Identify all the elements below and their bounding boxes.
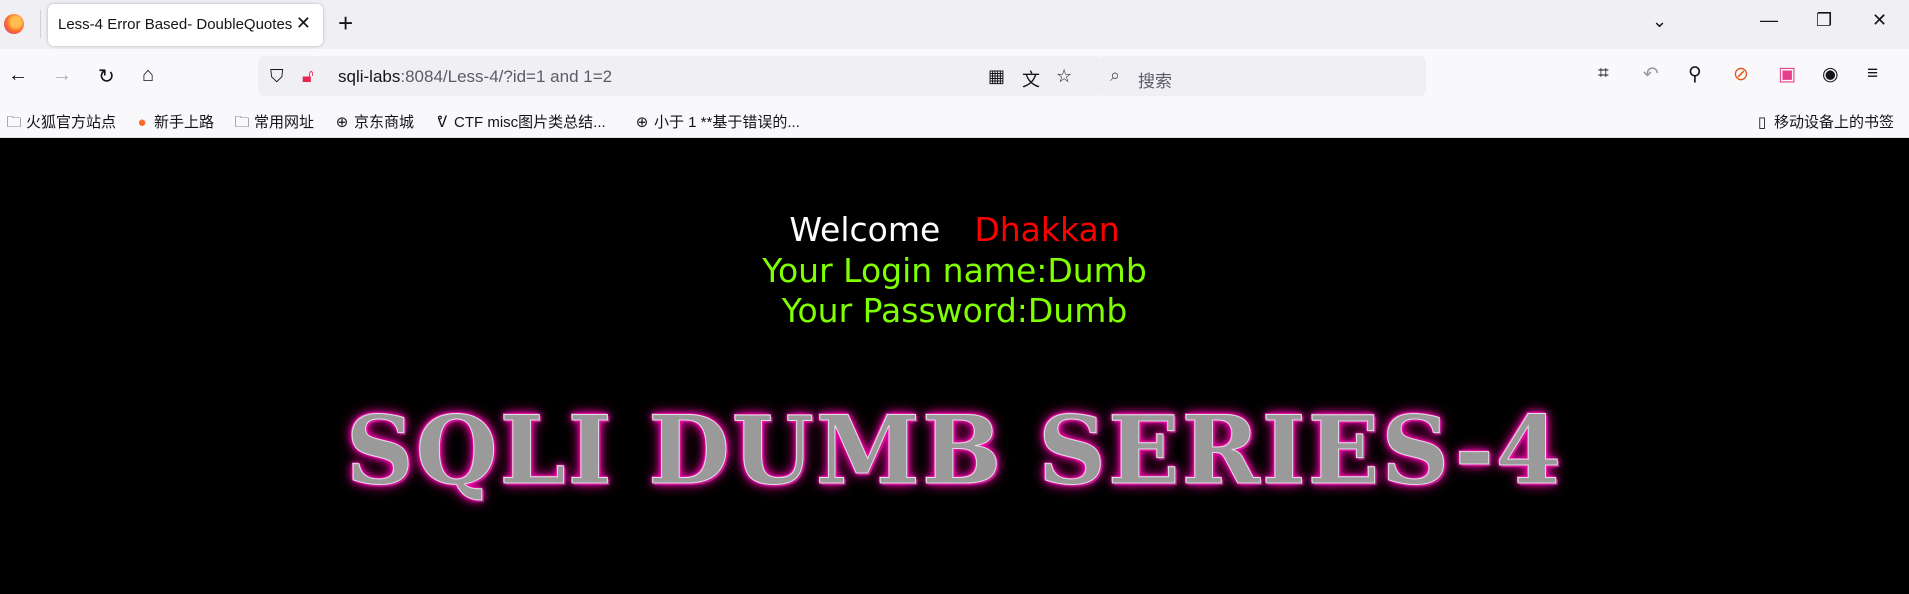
globe-icon: ⊕ bbox=[635, 114, 649, 131]
tab-separator bbox=[40, 10, 41, 38]
bookmark-item[interactable]: ⊕ 京东商城 bbox=[334, 111, 414, 132]
search-input[interactable]: 搜索 bbox=[1138, 67, 1172, 92]
tab-title: Less-4 Error Based- DoubleQuotes bbox=[58, 16, 293, 33]
url-bar[interactable]: ⛉ 🔓︎ sqli-labs:8084/Less-4/?id=1 and 1=2… bbox=[258, 56, 1102, 96]
qr-code-icon[interactable]: ▦ bbox=[988, 66, 1005, 87]
folder-icon: 🗀︎ bbox=[234, 114, 250, 131]
firefox-icon: ● bbox=[137, 114, 147, 131]
shield-icon[interactable]: ⛉ bbox=[270, 66, 284, 87]
url-path: :8084/Less-4/?id=1 and 1=2 bbox=[400, 67, 613, 86]
translate-icon[interactable]: 文 bbox=[1022, 66, 1040, 92]
password-text: Your Password:Dumb bbox=[781, 291, 1128, 330]
mobile-bookmarks-label: 移动设备上的书签 bbox=[1774, 114, 1895, 131]
insecure-lock-icon[interactable]: 🔓︎ bbox=[302, 66, 314, 87]
extensions-icon[interactable]: ⚲ bbox=[1688, 63, 1702, 86]
folder-icon: 🗀︎ bbox=[6, 114, 22, 131]
url-host: sqli-labs bbox=[338, 67, 401, 86]
page-icon: ᕓ bbox=[436, 114, 448, 131]
close-window-button[interactable]: ✕ bbox=[1872, 10, 1887, 31]
url-text[interactable]: sqli-labs:8084/Less-4/?id=1 and 1=2 bbox=[338, 67, 612, 87]
firefox-logo-icon[interactable] bbox=[4, 14, 24, 34]
page-content: Welcome Dhakkan Your Login name:Dumb Your… bbox=[0, 138, 1909, 594]
bookmark-item[interactable]: 🗀︎ 常用网址 bbox=[234, 111, 314, 137]
bookmark-label: 新手上路 bbox=[154, 114, 215, 131]
menu-icon[interactable]: ≡ bbox=[1867, 63, 1878, 85]
mobile-device-icon: ▯ bbox=[1757, 114, 1767, 131]
bookmark-label: 火狐官方站点 bbox=[26, 114, 117, 131]
forward-arrow-icon[interactable]: → bbox=[52, 64, 72, 87]
home-icon[interactable]: ⌂ bbox=[142, 64, 154, 87]
welcome-text: Welcome bbox=[789, 210, 941, 249]
bookmark-item[interactable]: ⊕ 小于 1 **基于错误的... bbox=[634, 111, 800, 132]
active-tab[interactable]: Less-4 Error Based- DoubleQuotes ✕ bbox=[48, 4, 323, 46]
bookmark-item[interactable]: ● 新手上路 bbox=[134, 111, 214, 132]
bookmark-label: CTF misc图片类总结... bbox=[454, 114, 606, 131]
bookmark-star-icon[interactable]: ☆ bbox=[1056, 66, 1072, 87]
undo-icon[interactable]: ↶ bbox=[1643, 63, 1659, 86]
account-circle-icon[interactable]: ◉ bbox=[1822, 63, 1839, 86]
new-tab-button[interactable]: + bbox=[338, 8, 353, 39]
bookmark-item[interactable]: 🗀︎ 火狐官方站点 bbox=[6, 111, 116, 137]
blocker-extension-icon[interactable]: ⊘ bbox=[1733, 63, 1749, 86]
bookmark-label: 京东商城 bbox=[354, 114, 415, 131]
search-icon: ⌕ bbox=[1110, 65, 1121, 85]
restore-button[interactable]: ❐ bbox=[1816, 10, 1832, 31]
navigation-bar: ← → ↻ ⌂ ⛉ 🔓︎ sqli-labs:8084/Less-4/?id=1… bbox=[0, 49, 1909, 105]
login-name-text: Your Login name:Dumb bbox=[762, 251, 1147, 290]
bookmark-label: 小于 1 **基于错误的... bbox=[654, 114, 800, 131]
bookmark-item[interactable]: ᕓ CTF misc图片类总结... bbox=[434, 111, 606, 132]
screenshot-crop-icon[interactable]: ⌗ bbox=[1598, 63, 1609, 85]
welcome-line: Welcome Dhakkan bbox=[0, 210, 1909, 249]
globe-icon: ⊕ bbox=[335, 114, 349, 131]
bookmark-label: 常用网址 bbox=[254, 114, 315, 131]
back-arrow-icon[interactable]: ← bbox=[8, 64, 28, 87]
bookmarks-toolbar: 🗀︎ 火狐官方站点 ● 新手上路 🗀︎ 常用网址 ⊕ 京东商城 ᕓ CTF misc图片类… bbox=[0, 105, 1909, 138]
minimize-button[interactable]: — bbox=[1760, 10, 1778, 31]
mobile-bookmarks[interactable]: ▯ 移动设备上的书签 bbox=[1754, 111, 1894, 132]
chevron-down-icon[interactable]: ⌄ bbox=[1652, 11, 1667, 32]
reload-icon[interactable]: ↻ bbox=[98, 64, 115, 89]
series-banner: SQLI DUMB SERIES-4 bbox=[345, 396, 1564, 507]
search-bar[interactable]: ⌕ 搜索 bbox=[1098, 56, 1426, 96]
translate-extension-icon[interactable]: ▣ bbox=[1778, 63, 1796, 86]
tab-strip: Less-4 Error Based- DoubleQuotes ✕ + ⌄ —… bbox=[0, 0, 1909, 49]
close-tab-icon[interactable]: ✕ bbox=[296, 13, 311, 34]
username-text: Dhakkan bbox=[974, 210, 1120, 249]
